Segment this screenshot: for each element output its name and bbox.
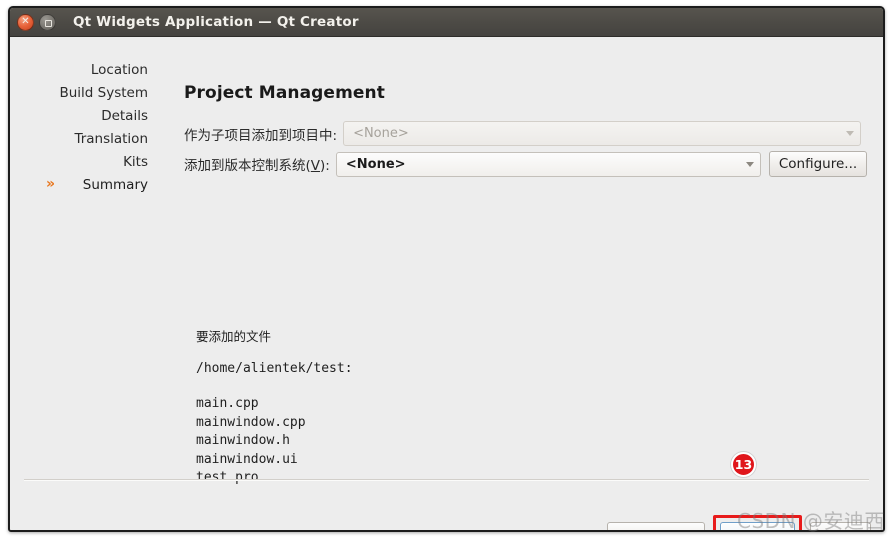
configure-button[interactable]: Configure... [768, 151, 868, 177]
close-icon[interactable]: ✕ [17, 13, 34, 31]
screen: ✕ Qt Widgets Application — Qt Creator Lo… [0, 0, 893, 538]
vcs-label-accelerator: V [310, 158, 321, 174]
close-glyph: ✕ [21, 16, 30, 27]
file-list-item: main.cpp [196, 396, 259, 411]
file-list-item: mainwindow.cpp [196, 414, 306, 430]
sidebar-item-label: Summary [82, 177, 148, 193]
footer-separator [24, 479, 869, 481]
subproject-row: 作为子项目添加到项目中: <None> [184, 121, 862, 146]
sidebar-item-label: Kits [123, 154, 148, 170]
sidebar-item-details[interactable]: Details [10, 105, 160, 128]
sidebar-item-kits[interactable]: Kits [10, 151, 160, 174]
sidebar-item-label: Details [101, 108, 148, 124]
files-summary-path: /home/alientek/test: [196, 361, 353, 376]
sidebar-item-label: Location [90, 62, 148, 78]
file-list-item: mainwindow.h [196, 433, 290, 448]
sidebar-item-build-system[interactable]: Build System [10, 82, 160, 105]
files-summary-title: 要添加的文件 [196, 329, 272, 344]
maximize-icon[interactable] [39, 13, 56, 31]
vcs-label-prefix: 添加到版本控制系统( [184, 158, 311, 174]
chevron-down-icon [846, 131, 855, 136]
subproject-select[interactable]: <None> [343, 121, 862, 146]
page-title: Project Management [184, 83, 385, 103]
sidebar-item-label: Translation [74, 131, 148, 147]
files-summary: 要添加的文件 /home/alientek/test: main.cpp mai… [196, 327, 353, 488]
sidebar-item-summary[interactable]: » Summary [10, 174, 160, 197]
sidebar-item-label: Build System [59, 85, 148, 101]
sidebar-item-location[interactable]: Location [10, 59, 160, 82]
subproject-label: 作为子项目添加到项目中: [184, 127, 338, 144]
watermark: CSDN @安迪西 [737, 509, 885, 533]
version-control-value: <None> [345, 156, 406, 172]
wizard-sidebar: Location Build System Details Translatio… [10, 59, 160, 197]
window-title: Qt Widgets Application — Qt Creator [73, 14, 359, 30]
version-control-label: 添加到版本控制系统(V): [184, 154, 330, 174]
chevron-down-icon [745, 161, 754, 167]
current-step-chevron-icon: » [46, 176, 55, 192]
window-titlebar[interactable]: ✕ Qt Widgets Application — Qt Creator [10, 8, 883, 37]
step-badge-13: 13 [731, 452, 756, 477]
file-list-item: mainwindow.ui [196, 451, 298, 467]
version-control-row: 添加到版本控制系统(V): <None> Configure... [184, 151, 868, 177]
version-control-select[interactable]: <None> [335, 151, 761, 177]
application-window: ✕ Qt Widgets Application — Qt Creator Lo… [8, 6, 885, 532]
back-button[interactable]: < 上一步(B) [606, 522, 705, 530]
maximize-glyph [45, 19, 52, 27]
sidebar-item-translation[interactable]: Translation [10, 128, 160, 151]
vcs-label-suffix: ): [320, 158, 330, 174]
subproject-value: <None> [353, 126, 409, 141]
